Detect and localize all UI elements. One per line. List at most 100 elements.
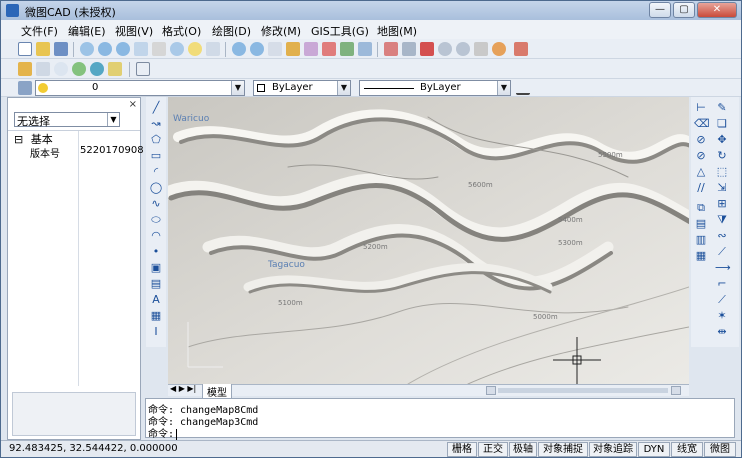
table-icon[interactable]: ▦ [149, 309, 163, 323]
menu-draw[interactable]: 绘图(D) [212, 23, 251, 39]
pencil-icon[interactable] [285, 41, 301, 57]
command-window[interactable]: 命令: changeMap8Cmd 命令: changeMap3Cmd 命令: [145, 398, 735, 440]
array-icon[interactable]: ⊞ [715, 197, 729, 211]
globe-icon[interactable] [89, 61, 105, 77]
stretch-icon[interactable]: ⇲ [715, 181, 729, 195]
layers-color-icon[interactable] [321, 41, 337, 57]
parallel-icon[interactable]: ∕∕ [694, 181, 708, 195]
linetype-select[interactable]: ByLayer ▼ [359, 80, 511, 96]
menu-edit[interactable]: 编辑(E) [68, 23, 106, 39]
chevron-down-icon[interactable]: ▼ [107, 113, 119, 126]
selection-dropdown[interactable]: 无选择 ▼ [14, 112, 120, 128]
zoom-in-icon[interactable] [97, 41, 113, 57]
layer-select[interactable]: 0 ▼ [35, 80, 245, 96]
paint-icon[interactable] [339, 41, 355, 57]
ortho-toggle[interactable]: 正交 [478, 442, 508, 457]
layer-copy-icon[interactable]: ▤ [694, 217, 708, 231]
block-icon[interactable] [17, 61, 33, 77]
zoom-realtime-icon[interactable] [231, 41, 247, 57]
command-prompt[interactable]: 命令: [148, 425, 178, 440]
menu-view[interactable]: 视图(V) [115, 23, 153, 39]
dyn-toggle[interactable]: DYN [638, 442, 670, 457]
h-scrollbar[interactable] [498, 388, 668, 393]
rectangle-icon[interactable]: ▭ [149, 149, 163, 163]
stack-icon[interactable]: ▥ [694, 233, 708, 247]
cloud-icon[interactable] [53, 61, 69, 77]
move-icon[interactable] [267, 41, 283, 57]
scale-icon[interactable]: ⬚ [715, 165, 729, 179]
grid-toggle[interactable]: 栅格 [447, 442, 477, 457]
cut-icon[interactable] [401, 41, 417, 57]
erase-icon[interactable]: ⌫ [694, 117, 710, 131]
lineweight-toggle[interactable]: 线宽 [671, 442, 703, 457]
circle-icon[interactable]: ◯ [149, 181, 163, 195]
map-canvas[interactable]: Waricuo Tagacuo 5500m 5600m 5400m 5200m … [168, 97, 689, 384]
minimize-button[interactable]: — [649, 2, 671, 18]
print-icon[interactable] [473, 41, 489, 57]
offset-icon[interactable]: ∾ [715, 229, 729, 243]
collapse-icon[interactable]: ⊟ [14, 133, 23, 146]
move-cross-icon[interactable]: ✥ [715, 133, 729, 147]
line-icon[interactable]: ╱ [149, 101, 163, 115]
new-file-icon[interactable] [17, 41, 33, 57]
close-button[interactable]: ✕ [697, 2, 737, 18]
make-block-icon[interactable]: ▤ [149, 277, 163, 291]
close-icon[interactable]: × [129, 99, 137, 110]
select-icon[interactable] [383, 41, 399, 57]
save-file-icon[interactable] [53, 41, 69, 57]
join-icon[interactable]: ⇹ [715, 325, 729, 339]
dimension-icon[interactable]: ⊢ [694, 101, 708, 115]
layer-manager-icon[interactable] [17, 80, 33, 96]
point-icon[interactable]: • [149, 245, 163, 259]
zoom-extents-icon[interactable] [115, 41, 131, 57]
chevron-down-icon[interactable]: ▼ [497, 81, 510, 95]
brush-icon[interactable] [303, 41, 319, 57]
fillet-icon[interactable]: ⌐ [715, 277, 729, 291]
insert-block-icon[interactable]: ▣ [149, 261, 163, 275]
maximize-button[interactable]: ▢ [673, 2, 695, 18]
orbit-icon[interactable] [169, 41, 185, 57]
break-icon[interactable]: ⊘ [694, 149, 708, 163]
zoom-window-icon[interactable] [79, 41, 95, 57]
help-icon[interactable] [513, 41, 529, 57]
h-scroll-right[interactable] [671, 386, 681, 395]
open-file-icon[interactable] [35, 41, 51, 57]
edit-pencil-icon[interactable]: ✎ [715, 101, 729, 115]
query-icon[interactable] [205, 41, 221, 57]
rotate-icon[interactable]: ↻ [715, 149, 729, 163]
mirror-icon[interactable]: ⧩ [715, 213, 729, 227]
menu-modify[interactable]: 修改(M) [261, 23, 301, 39]
stack2-icon[interactable]: ▦ [694, 249, 708, 263]
chat-icon[interactable] [71, 61, 87, 77]
polygon-icon[interactable]: ⬠ [149, 133, 163, 147]
snapshot-icon[interactable] [35, 61, 51, 77]
ellipse-icon[interactable]: ⬭ [149, 213, 163, 227]
color-select[interactable]: ByLayer ▼ [253, 80, 351, 96]
no-entry-icon[interactable]: ⊘ [694, 133, 708, 147]
trim-icon[interactable]: ⟋ [715, 245, 729, 259]
osnap-toggle[interactable]: 对象捕捉 [538, 442, 588, 457]
marker-icon[interactable] [107, 61, 123, 77]
tab-scroll-icons[interactable]: ◀ ▶ ▶| [170, 384, 196, 393]
polar-toggle[interactable]: 极轴 [509, 442, 537, 457]
find-icon[interactable] [135, 61, 151, 77]
multiline-text-icon[interactable]: Ⅰ [149, 325, 163, 339]
light-icon[interactable] [187, 41, 203, 57]
lineweight-icon[interactable] [515, 80, 531, 96]
menu-file[interactable]: 文件(F) [21, 23, 58, 39]
arc-icon[interactable]: ◜ [149, 165, 163, 179]
weitu-toggle[interactable]: 微图 [704, 442, 736, 457]
measure-angle-icon[interactable] [151, 41, 167, 57]
explode-icon[interactable]: ✶ [715, 309, 729, 323]
copy-icon[interactable]: ⧉ [694, 201, 708, 215]
undo-icon[interactable] [437, 41, 453, 57]
copy-object-icon[interactable]: ❏ [715, 117, 729, 131]
polyline-icon[interactable]: ↝ [149, 117, 163, 131]
plot-icon[interactable] [491, 41, 507, 57]
menu-gis-tools[interactable]: GIS工具(G) [311, 23, 369, 39]
extend-icon[interactable]: ⟶ [715, 261, 731, 275]
text-icon[interactable]: A [149, 293, 163, 307]
menu-map[interactable]: 地图(M) [377, 23, 417, 39]
ellipse-arc-icon[interactable]: ◠ [149, 229, 163, 243]
triangle-icon[interactable]: △ [694, 165, 708, 179]
